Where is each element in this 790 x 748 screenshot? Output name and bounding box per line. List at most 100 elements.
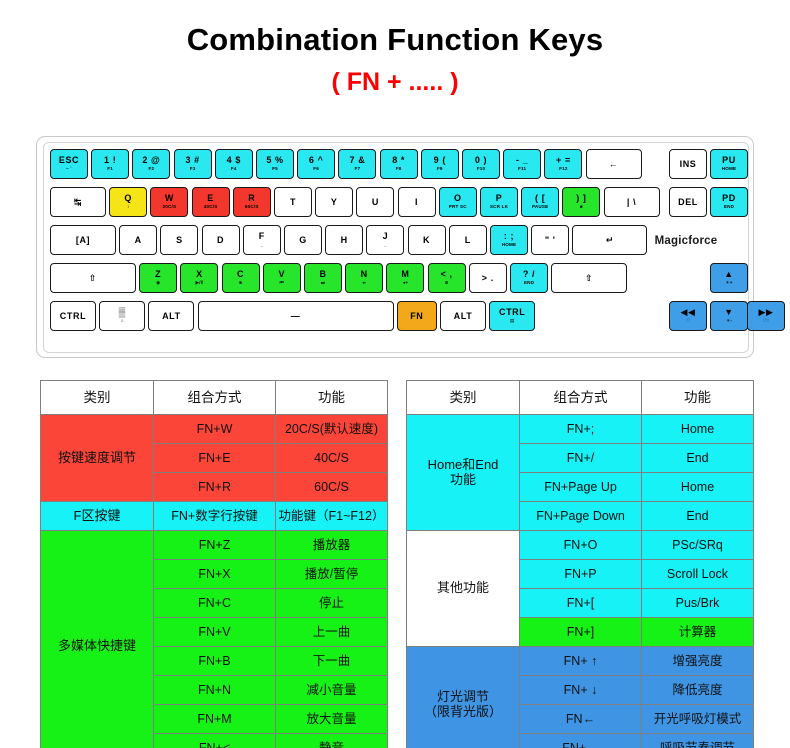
key-row4-5[interactable]: B ⏭ [304,263,342,293]
key-main-label: ⇧ [585,272,594,283]
key-sub-label: ◉ [156,279,161,285]
combination-cell: FN+ ↓ [519,675,642,705]
key-main-label: — [290,310,301,321]
key-row2-4[interactable]: R 60C/S [232,187,271,217]
key-arrows-0[interactable]: ▲ ☀+ [710,263,748,293]
key-row1-4[interactable]: 4 $ F4 [214,149,253,179]
key-row1-12[interactable]: + = F12 [544,149,583,179]
key-main-label: | \ [626,196,637,207]
key-row2-3[interactable]: E 40C/S [191,187,230,217]
key-sub-label: ⌂ [120,317,124,323]
key-row1-10[interactable]: 0 ) F10 [462,149,500,179]
key-nav-2[interactable]: DEL [669,187,707,217]
key-main-label: 3 # [185,155,200,166]
key-row5-6[interactable]: CTRL ▤ [489,301,536,331]
key-row3-8[interactable]: K [407,225,446,255]
key-row4-3[interactable]: C ■ [221,263,260,293]
key-row4-7[interactable]: M ◂+ [386,263,425,293]
key-nav-0[interactable]: INS [669,149,707,179]
key-row1-0[interactable]: ESC ~ ` [50,149,88,179]
key-row4-9[interactable]: > . [468,263,507,293]
key-row5-4[interactable]: FN [396,301,437,331]
key-row1-2[interactable]: 2 @ F2 [132,149,171,179]
key-row3-1[interactable]: A [119,225,158,255]
key-nav-3[interactable]: PD END [710,187,748,217]
key-row4-10[interactable]: ? / END [510,263,548,293]
key-row3-7[interactable]: J _ [366,225,405,255]
key-row2-5[interactable]: T [274,187,312,217]
key-row3-11[interactable]: " ' [531,225,570,255]
header-category: 类别 [40,380,154,415]
key-sub-label: 60C/S [244,203,259,209]
key-row3-2[interactable]: S [160,225,199,255]
key-row1-1[interactable]: 1 ! F1 [91,149,130,179]
key-row3-0[interactable]: [A] [50,225,116,255]
key-row2-11[interactable]: ( [PAUSE [521,187,560,217]
header-function: 功能 [275,380,388,415]
key-row3-5[interactable]: G [284,225,322,255]
key-row5-5[interactable]: ALT [440,301,486,331]
key-row2-2[interactable]: W 20C/S [150,187,189,217]
key-nav-1[interactable]: PU HOME [710,149,748,179]
key-row2-1[interactable]: Q ↕ [109,187,148,217]
combination-cell: FN+[ [519,588,642,618]
key-sub-label: ■ [239,279,243,285]
key-sub-label: ~ ` [65,165,73,171]
key-row5-3[interactable]: — [197,301,394,331]
key-row1-5[interactable]: 5 % F5 [256,149,294,179]
key-row1-9[interactable]: 9 (F9 [420,149,459,179]
category-cell: 多媒体快捷键 [40,530,154,748]
key-row3-6[interactable]: H [325,225,364,255]
key-row2-10[interactable]: P SCR LK [480,187,518,217]
function-cell: 下一曲 [275,646,388,676]
key-row5-2[interactable]: ALT [148,301,195,331]
key-row1-7[interactable]: 7 & F7 [338,149,377,179]
key-row2-9[interactable]: O PRT SC [438,187,477,217]
key-row1-3[interactable]: 3 # F3 [173,149,212,179]
combination-cell: FN+/ [519,443,642,473]
function-cell: 40C/S [275,443,388,473]
key-row1-6[interactable]: 6 ^ F6 [297,149,336,179]
key-row3-9[interactable]: L [448,225,487,255]
key-main-label: 0 ) [474,155,488,166]
key-main-label: ALT [162,310,181,321]
key-row2-13[interactable]: | \ [603,187,660,217]
key-row4-8[interactable]: < , ⊘ [427,263,466,293]
category-label-line2: （限背光版） [423,703,502,719]
header-category: 类别 [406,380,520,415]
key-sub-label: ⊘ [444,279,449,285]
key-row5-1[interactable]: ▒ ⌂ [99,301,146,331]
key-row5-0[interactable]: CTRL [50,301,96,331]
key-main-label: - _ [516,155,529,166]
key-row4-4[interactable]: V ⏮ [262,263,301,293]
key-row1-8[interactable]: 8 * F8 [379,149,418,179]
key-row3-3[interactable]: D [201,225,240,255]
key-main-label: 7 & [349,155,366,166]
key-row4-0[interactable]: ⇧ [50,263,136,293]
key-row1-13[interactable]: ← [585,149,642,179]
key-main-label: W [164,193,174,204]
key-row2-8[interactable]: I [397,187,436,217]
table-right-functions: 类别 组合方式 功能 Home和End 功能 FN+; Home FN+/End FN+P… [406,380,754,748]
key-main-label: B [319,269,327,280]
key-sub-label: _ [384,241,387,247]
key-row2-6[interactable]: Y [315,187,354,217]
key-row2-12[interactable]: ) ] ■ [562,187,601,217]
key-row3-4[interactable]: F _ [242,225,281,255]
function-cell: Home [641,414,754,444]
key-arrows-1[interactable]: ◀◀ ♡ [669,301,707,331]
key-sub-label: ◂+ [402,279,409,285]
key-arrows-3[interactable]: ▶▶ ♡: [747,301,785,331]
table-left-functions: 类别 组合方式 功能 按键速度调节 FN+W 20C/S(默认速度) FN+E 40C/… [40,380,388,748]
key-main-label: N [360,269,368,280]
key-row3-10[interactable]: : ; HOME [490,225,528,255]
key-row4-6[interactable]: N ◂- [345,263,384,293]
key-arrows-2[interactable]: ▼ ☀- [710,301,748,331]
key-row2-0[interactable]: ↹ [50,187,106,217]
key-row1-11[interactable]: - _ F11 [503,149,542,179]
key-row4-1[interactable]: Z ◉ [139,263,178,293]
key-main-label: J [382,231,389,242]
key-row2-7[interactable]: U [356,187,395,217]
key-row4-11[interactable]: ⇧ [551,263,628,293]
key-row4-2[interactable]: X ▶/‖ [180,263,219,293]
